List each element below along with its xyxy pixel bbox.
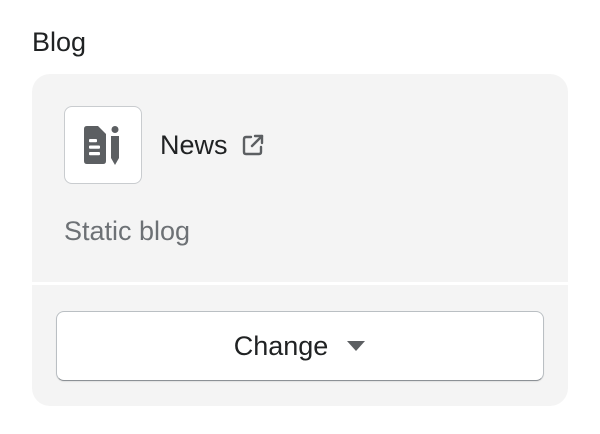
blog-type: Static blog [64, 216, 191, 246]
blog-post-icon [84, 126, 119, 165]
blog-name: News [160, 130, 228, 160]
blog-thumbnail [64, 106, 142, 184]
change-button[interactable]: Change [56, 311, 544, 381]
change-button-label: Change [233, 331, 329, 361]
section-title: Blog [32, 27, 87, 57]
blog-card: News Static blog Change [32, 74, 568, 406]
blog-card-summary: News Static blog [32, 74, 568, 282]
caret-down-icon [346, 340, 366, 352]
blog-name-link[interactable]: News [160, 128, 264, 162]
external-link-icon[interactable] [242, 134, 264, 156]
card-divider [32, 282, 568, 285]
